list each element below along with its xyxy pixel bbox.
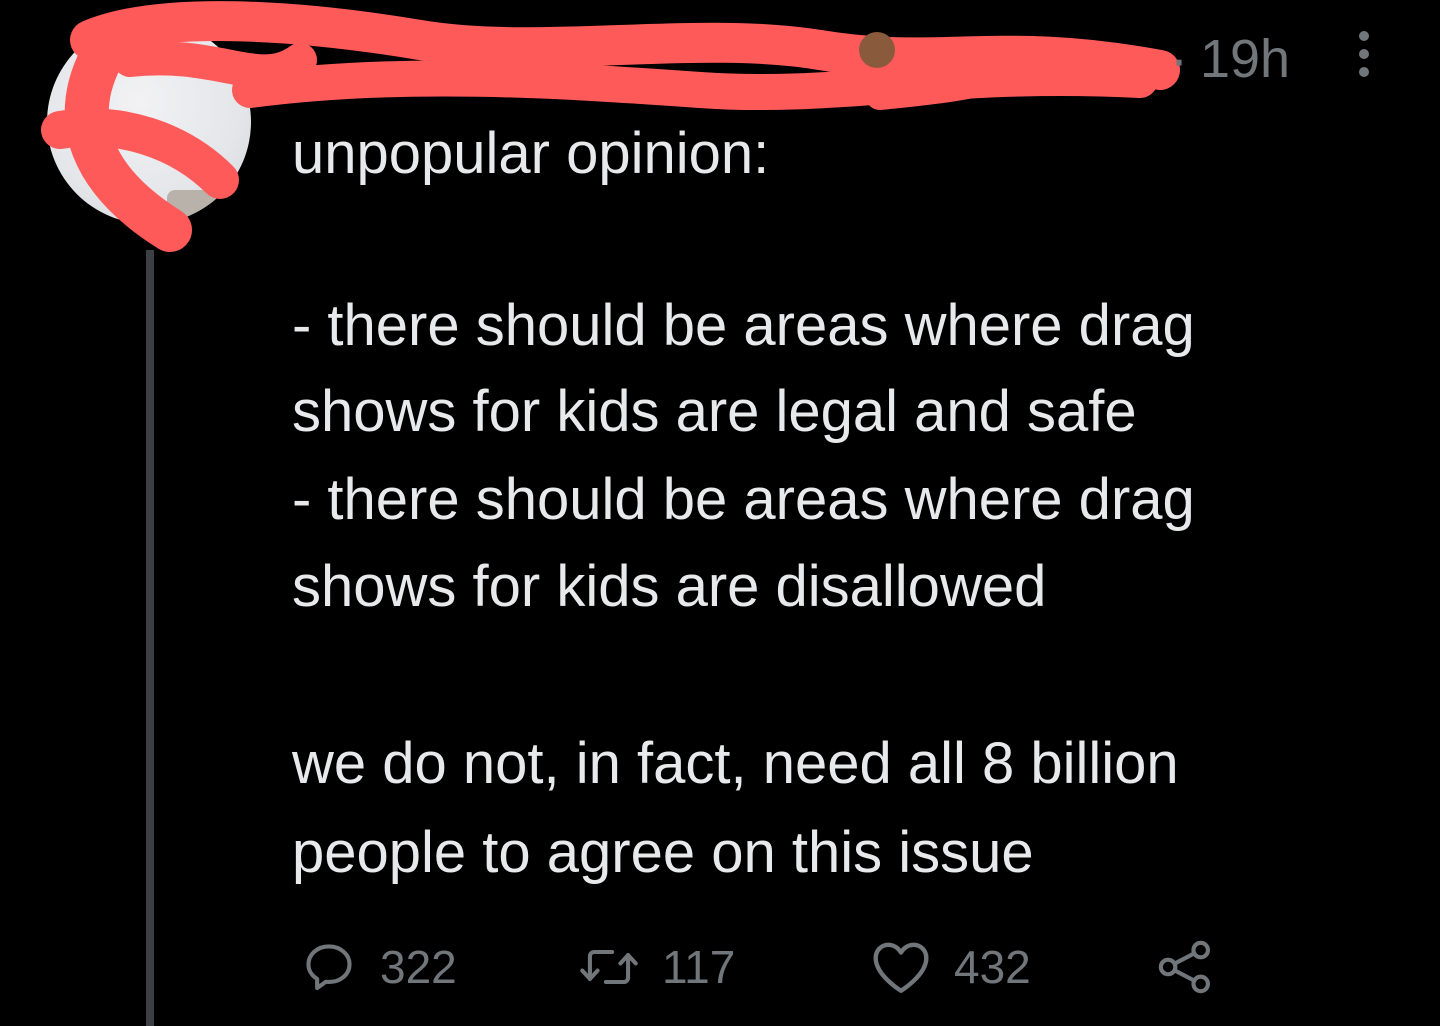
like-count: 432 bbox=[954, 941, 1031, 993]
like-button[interactable]: 432 bbox=[870, 932, 1031, 1002]
timestamp[interactable]: 19h bbox=[1200, 28, 1290, 90]
tweet-meta: · 19h bbox=[1170, 28, 1290, 90]
reply-count: 322 bbox=[380, 941, 457, 993]
tweet-text-line: - there should be areas where drag bbox=[292, 467, 1195, 532]
reply-icon bbox=[306, 944, 352, 991]
tweet-text-line: shows for kids are disallowed bbox=[292, 554, 1047, 619]
reply-button[interactable]: 322 bbox=[300, 932, 457, 1002]
tweet-text-line: shows for kids are legal and safe bbox=[292, 379, 1137, 444]
avatar[interactable] bbox=[47, 20, 251, 224]
tweet-text-line: - there should be areas where drag bbox=[292, 293, 1195, 358]
share-icon bbox=[1158, 940, 1211, 994]
heart-icon bbox=[873, 942, 929, 993]
tweet-text-line: we do not, in fact, need all 8 billion bbox=[292, 731, 1179, 796]
tweet-text-line: people to agree on this issue bbox=[292, 820, 1034, 885]
retweet-button[interactable]: 117 bbox=[578, 932, 735, 1002]
thread-line bbox=[146, 250, 154, 1026]
tweet-text-line: unpopular opinion: bbox=[292, 121, 770, 186]
avatar-detail bbox=[167, 190, 227, 224]
tweet[interactable]: · 19h unpopular opinion: - there should … bbox=[0, 0, 1440, 1026]
share-button[interactable] bbox=[1156, 932, 1214, 1002]
retweet-count: 117 bbox=[662, 941, 736, 993]
time-separator: · bbox=[1170, 29, 1188, 89]
more-vertical-icon[interactable] bbox=[1352, 30, 1376, 80]
retweet-icon bbox=[580, 949, 638, 985]
